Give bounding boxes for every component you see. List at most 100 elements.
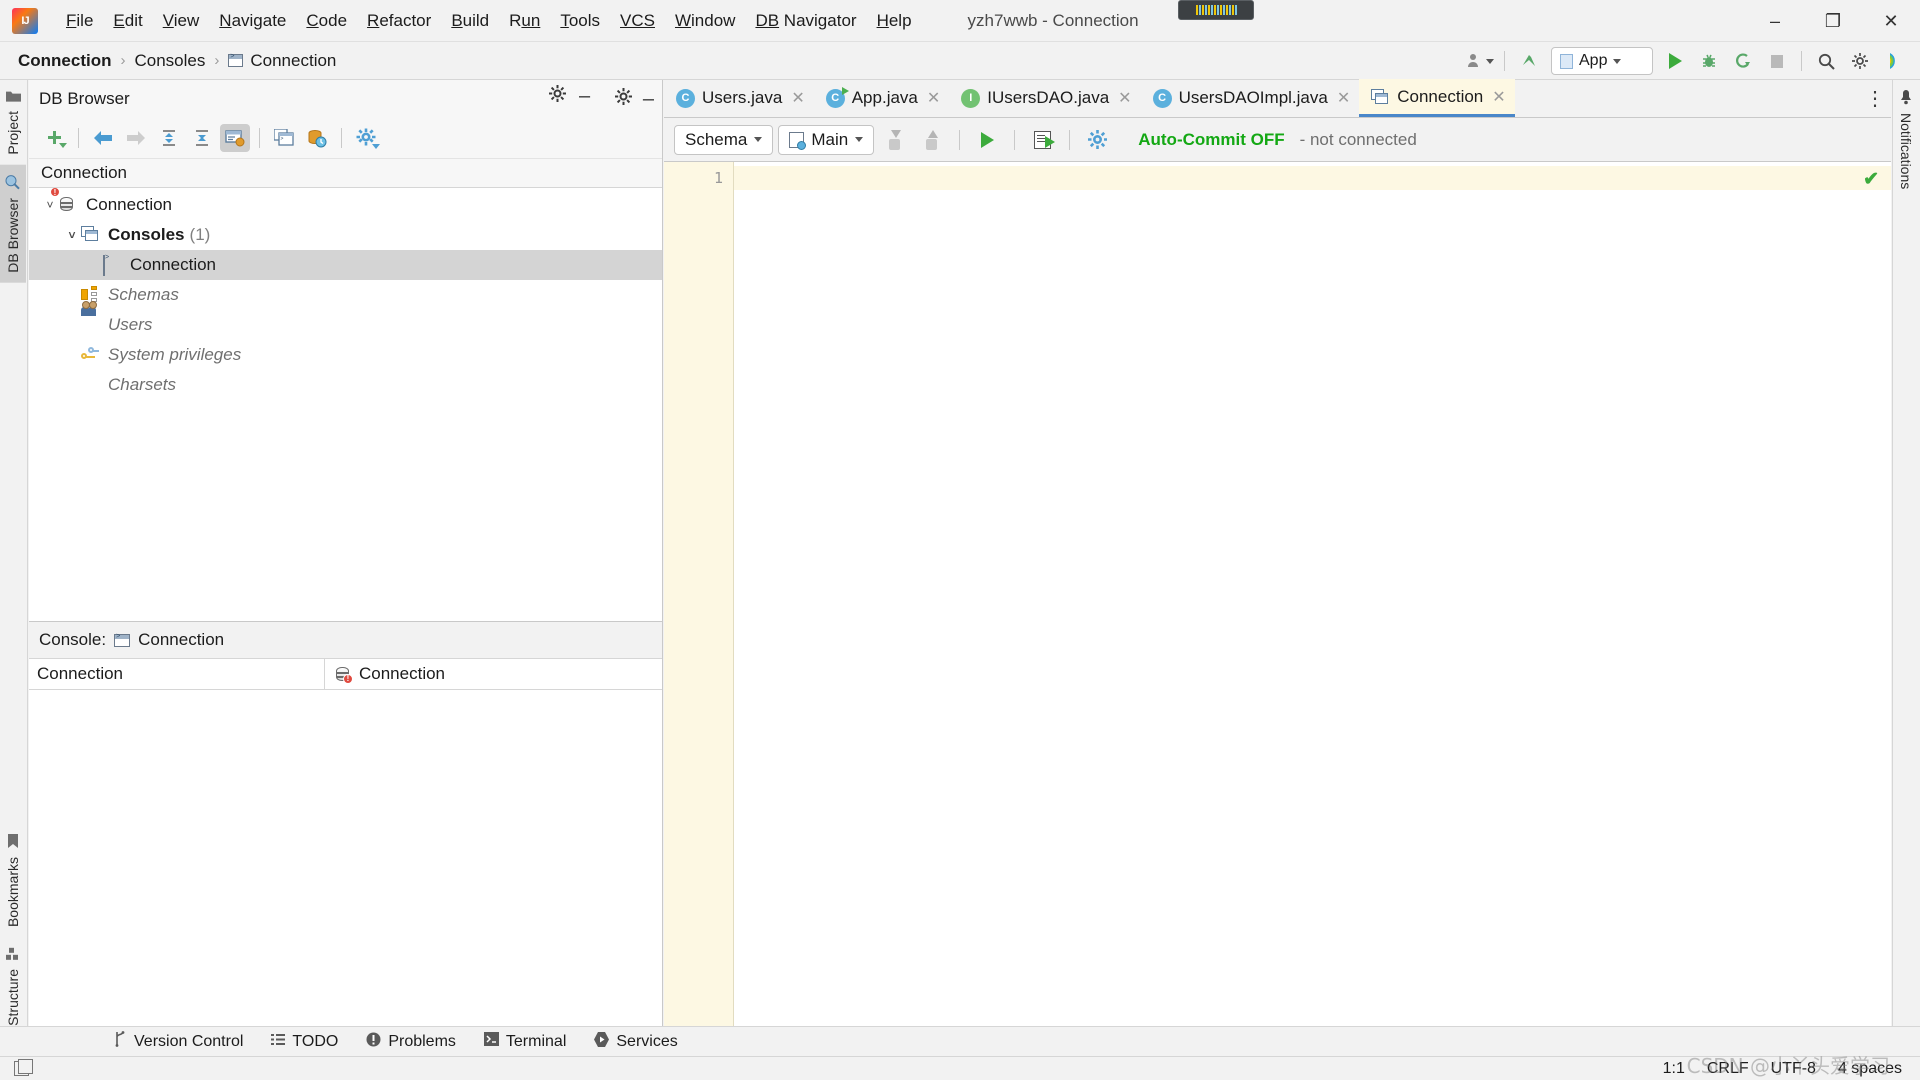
session-selector[interactable]: Main xyxy=(778,124,875,155)
window-maximize-button[interactable]: ❐ xyxy=(1804,0,1862,42)
session-browser-icon[interactable] xyxy=(302,124,332,152)
caret-position[interactable]: 1:1 xyxy=(1663,1060,1685,1078)
update-project-icon[interactable] xyxy=(1513,46,1545,76)
commit-button[interactable] xyxy=(879,125,911,155)
menu-item-vcs[interactable]: VCS xyxy=(610,7,665,35)
add-icon[interactable] xyxy=(39,124,69,152)
settings-icon[interactable] xyxy=(351,124,381,152)
execute-statement-button[interactable] xyxy=(971,125,1003,155)
sidebar-item-structure[interactable]: Structure xyxy=(0,937,26,1036)
menu-item-window[interactable]: Window xyxy=(665,7,745,35)
tree-item-consoles[interactable]: ˅ Consoles (1) xyxy=(29,220,662,250)
sidebar-item-db-browser[interactable]: DB Browser xyxy=(0,164,26,283)
menu-item-refactor[interactable]: Refactor xyxy=(357,7,441,35)
tree-item-users[interactable]: Users xyxy=(29,301,662,340)
breadcrumb-item-consoles[interactable]: Consoles xyxy=(135,51,206,71)
editor-code-surface[interactable]: ✔ xyxy=(734,162,1891,1026)
editor-tab-iusersdao-java[interactable]: I IUsersDAO.java ✕ xyxy=(949,79,1140,117)
console-settings-button[interactable] xyxy=(1081,125,1113,155)
tree-item-count: (1) xyxy=(189,225,211,244)
sidebar-item-notifications[interactable]: Notifications xyxy=(1893,80,1919,199)
minimize-icon[interactable]: – xyxy=(643,89,654,109)
sql-editor[interactable]: 1 ✔ xyxy=(664,162,1891,1026)
gear-icon[interactable] xyxy=(614,87,633,111)
window-close-button[interactable]: ✕ xyxy=(1862,0,1920,42)
open-console-icon[interactable]: > xyxy=(269,124,299,152)
run-button[interactable] xyxy=(1659,46,1691,76)
navigate-forward-icon[interactable] xyxy=(121,124,151,152)
run-configuration-selector[interactable]: App xyxy=(1551,47,1653,75)
tool-window-services[interactable]: Services xyxy=(580,1031,691,1052)
indent-setting[interactable]: 4 spaces xyxy=(1838,1060,1902,1078)
breadcrumb-label: Connection xyxy=(250,50,337,70)
menu-item-run[interactable]: Run xyxy=(499,7,550,35)
sidebar-item-bookmarks[interactable]: Bookmarks xyxy=(0,824,26,937)
collapse-all-icon[interactable] xyxy=(187,124,217,152)
execute-script-button[interactable] xyxy=(1026,125,1058,155)
tree-item-system-privileges[interactable]: System privileges xyxy=(29,340,662,370)
auto-commit-status[interactable]: Auto-Commit OFF xyxy=(1138,130,1284,150)
more-options-icon[interactable]: ⋮ xyxy=(1865,86,1885,111)
tool-window-todo[interactable]: TODO xyxy=(257,1033,352,1051)
close-icon[interactable]: ✕ xyxy=(1118,88,1131,108)
java-class-icon: C xyxy=(1152,88,1172,108)
menu-item-build[interactable]: Build xyxy=(441,7,499,35)
rollback-button[interactable] xyxy=(916,125,948,155)
close-icon[interactable]: ✕ xyxy=(791,88,804,108)
menu-item-view[interactable]: View xyxy=(153,7,210,35)
menu-item-db-navigator[interactable]: DB Navigator xyxy=(745,7,866,35)
breadcrumb-item-console[interactable]: Connection xyxy=(228,51,336,71)
console-section: Console: Connection Connection Connectio… xyxy=(29,621,662,1026)
schema-selector[interactable]: Schema xyxy=(674,124,774,155)
line-separator[interactable]: CRLF xyxy=(1707,1060,1749,1078)
layout-icon[interactable] xyxy=(14,1059,33,1076)
run-with-coverage-button[interactable] xyxy=(1727,46,1759,76)
console-table-body xyxy=(29,690,662,1026)
folder-icon xyxy=(5,90,21,103)
expand-all-icon[interactable] xyxy=(154,124,184,152)
db-browser-icon xyxy=(5,175,21,190)
table-row[interactable]: Connection Connection xyxy=(29,658,662,690)
tool-window-terminal[interactable]: Terminal xyxy=(470,1032,580,1051)
minimize-icon[interactable]: – xyxy=(579,86,590,106)
editor-tab-app-java[interactable]: C App.java ✕ xyxy=(814,79,950,117)
menu-item-code[interactable]: Code xyxy=(296,7,357,35)
tree-item-charsets[interactable]: Charsets xyxy=(29,370,662,400)
tree-item-connection[interactable]: ˅ Connection xyxy=(29,188,662,220)
chevron-down-icon[interactable]: ˅ xyxy=(41,198,59,212)
file-encoding[interactable]: UTF-8 xyxy=(1771,1060,1816,1078)
menu-item-file[interactable]: File xyxy=(56,7,103,35)
ai-assistant-icon[interactable] xyxy=(1878,46,1910,76)
editor-tab-overflow[interactable]: ⋮ xyxy=(1865,86,1885,111)
tree-item-console-connection[interactable]: Connection xyxy=(29,250,662,280)
user-icon[interactable] xyxy=(1464,46,1496,76)
menu-item-edit[interactable]: Edit xyxy=(103,7,152,35)
window-minimize-button[interactable]: – xyxy=(1746,0,1804,42)
tool-window-problems[interactable]: Problems xyxy=(352,1032,470,1052)
sidebar-item-project[interactable]: Project xyxy=(0,80,26,165)
stop-button[interactable] xyxy=(1761,46,1793,76)
editor-tab-users-java[interactable]: C Users.java ✕ xyxy=(664,79,814,117)
editor-tab-usersdaoimpl-java[interactable]: C UsersDAOImpl.java ✕ xyxy=(1141,79,1360,117)
debug-button[interactable] xyxy=(1693,46,1725,76)
navigation-bar: Connection › Consoles › Connection App xyxy=(0,42,1920,80)
search-icon[interactable] xyxy=(1810,46,1842,76)
tree-item-schemas[interactable]: Schemas xyxy=(29,280,662,310)
tool-window-version-control[interactable]: Version Control xyxy=(100,1031,257,1052)
breadcrumb-item-connection[interactable]: Connection xyxy=(18,51,112,71)
console-section-label: Console: xyxy=(39,630,107,649)
settings-gear-icon[interactable] xyxy=(1844,46,1876,76)
editor-tab-connection[interactable]: Connection ✕ xyxy=(1359,79,1515,117)
close-icon[interactable]: ✕ xyxy=(1337,88,1350,108)
close-icon[interactable]: ✕ xyxy=(927,88,940,108)
gear-icon[interactable] xyxy=(548,84,567,108)
menu-item-help[interactable]: Help xyxy=(867,7,922,35)
breadcrumb-separator: › xyxy=(120,52,126,69)
navigate-back-icon[interactable] xyxy=(88,124,118,152)
close-icon[interactable]: ✕ xyxy=(1492,87,1505,107)
inspection-status-icon[interactable]: ✔ xyxy=(1863,168,1879,191)
menu-item-tools[interactable]: Tools xyxy=(550,7,610,35)
menu-item-navigate[interactable]: Navigate xyxy=(209,7,296,35)
show-objects-icon[interactable] xyxy=(220,124,250,152)
chevron-down-icon[interactable]: ˅ xyxy=(63,228,81,242)
